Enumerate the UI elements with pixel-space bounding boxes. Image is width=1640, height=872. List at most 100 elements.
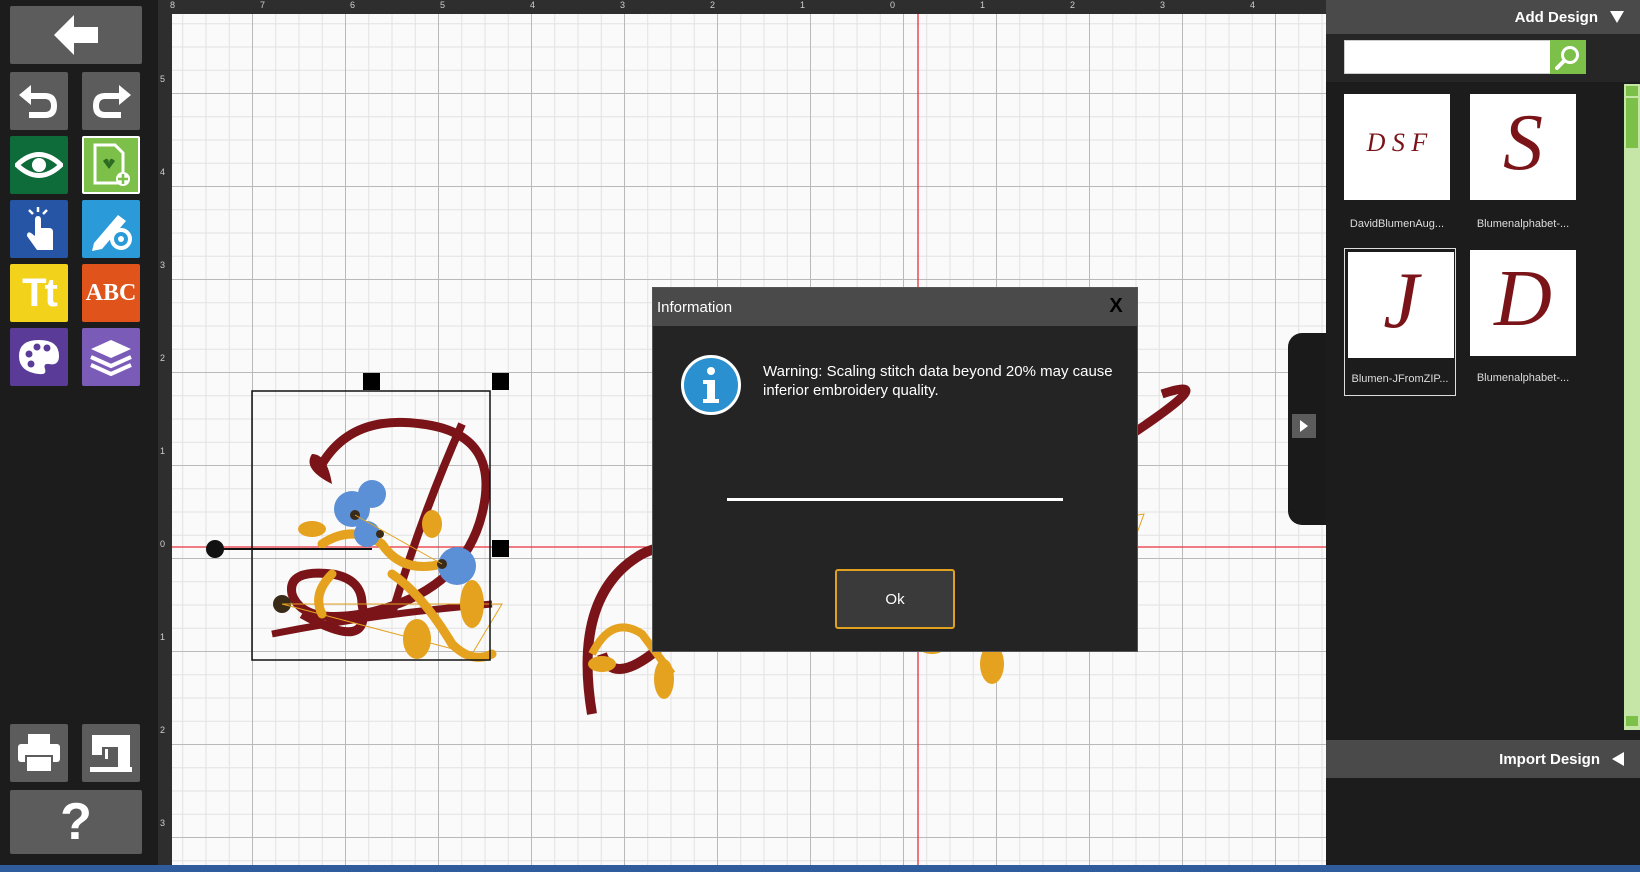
ruler-top-label: 6 bbox=[350, 0, 356, 10]
scroll-down-arrow[interactable] bbox=[1626, 716, 1638, 726]
left-toolbar: Tt ABC ? bbox=[0, 0, 158, 872]
layers-tool-button[interactable] bbox=[82, 328, 140, 386]
layers-icon bbox=[90, 340, 132, 376]
design-thumbnail: D bbox=[1470, 250, 1576, 356]
panel-collapse-handle[interactable] bbox=[1288, 333, 1326, 525]
help-question-icon: ? bbox=[60, 793, 92, 851]
ruler-top-label: 4 bbox=[1250, 0, 1256, 10]
add-design-header[interactable]: Add Design bbox=[1326, 0, 1640, 34]
search-row bbox=[1326, 34, 1640, 82]
text-tool-button[interactable]: Tt bbox=[10, 264, 68, 322]
back-button[interactable] bbox=[10, 6, 142, 64]
edit-gear-icon bbox=[92, 215, 132, 251]
triangle-left-icon bbox=[1612, 752, 1624, 766]
design-label: DavidBlumenAug... bbox=[1349, 218, 1445, 230]
design-item-selected[interactable]: J Blumen-JFromZIP... bbox=[1344, 248, 1456, 396]
information-dialog: Information X Warning: Scaling stitch da… bbox=[652, 287, 1138, 652]
dialog-progress-line bbox=[727, 498, 1063, 501]
ruler-top-label: 4 bbox=[530, 0, 536, 10]
ruler-left-label: 2 bbox=[160, 353, 166, 363]
ruler-top-label: 5 bbox=[440, 0, 446, 10]
select-tool-button[interactable] bbox=[10, 200, 68, 258]
ruler-top-label: 3 bbox=[1160, 0, 1166, 10]
design-thumbnail-letters: D bbox=[1494, 255, 1552, 343]
add-design-tool-button[interactable] bbox=[82, 136, 140, 194]
search-input[interactable] bbox=[1344, 40, 1564, 74]
design-item[interactable]: D Blumenalphabet-... bbox=[1458, 250, 1588, 396]
print-button[interactable] bbox=[10, 724, 68, 782]
send-to-machine-button[interactable] bbox=[82, 724, 140, 782]
import-design-label: Import Design bbox=[1499, 750, 1600, 768]
ruler-left-label: 3 bbox=[160, 260, 166, 270]
resize-handle-top bbox=[363, 373, 380, 390]
edit-tool-button[interactable] bbox=[82, 200, 140, 258]
design-thumbnail: J bbox=[1348, 252, 1454, 358]
design-thumbnail: S bbox=[1470, 94, 1576, 200]
design-thumbnail-letters: D S F bbox=[1366, 128, 1428, 157]
ruler-left-label: 1 bbox=[160, 632, 166, 642]
ruler-top-label: 2 bbox=[1070, 0, 1076, 10]
ruler-left-label: 4 bbox=[160, 167, 166, 177]
printer-icon bbox=[18, 734, 60, 773]
view-button[interactable] bbox=[10, 136, 68, 194]
ruler-top-label: 3 bbox=[620, 0, 626, 10]
ruler-left-label: 3 bbox=[160, 818, 166, 828]
redo-icon bbox=[93, 85, 131, 118]
design-thumbnail: D S F bbox=[1344, 94, 1450, 200]
ruler-top-label: 1 bbox=[800, 0, 806, 10]
add-design-label: Add Design bbox=[1514, 8, 1598, 26]
expand-arrow-button[interactable] bbox=[1292, 414, 1316, 438]
pointer-hand-icon bbox=[27, 207, 53, 250]
design-thumbnail-letters: S bbox=[1503, 99, 1543, 187]
undo-button[interactable] bbox=[10, 72, 68, 130]
eye-icon bbox=[15, 152, 63, 178]
dialog-title: Information bbox=[657, 299, 733, 316]
undo-icon bbox=[19, 85, 57, 118]
back-arrow-icon bbox=[54, 15, 98, 55]
ruler-top-label: 0 bbox=[890, 0, 896, 10]
dialog-message: Warning: Scaling stitch data beyond 20% … bbox=[763, 363, 1113, 399]
rotate-handle bbox=[206, 540, 224, 558]
design-list: D S F DavidBlumenAug... S Blumenalphabet… bbox=[1326, 84, 1616, 730]
ruler-top-label: 7 bbox=[260, 0, 266, 10]
scroll-thumb[interactable] bbox=[1626, 98, 1638, 148]
color-tool-button[interactable] bbox=[10, 328, 68, 386]
scroll-up-arrow[interactable] bbox=[1626, 86, 1638, 96]
dialog-close-button[interactable]: X bbox=[1105, 295, 1127, 319]
triangle-right-icon bbox=[1300, 420, 1308, 432]
triangle-down-icon bbox=[1610, 11, 1624, 23]
ok-button-label: Ok bbox=[885, 590, 905, 608]
help-button[interactable]: ? bbox=[10, 790, 142, 854]
resize-handle-right bbox=[492, 540, 509, 557]
ruler-top-label: 2 bbox=[710, 0, 716, 10]
ok-button[interactable]: Ok bbox=[835, 569, 955, 629]
design-item[interactable]: D S F DavidBlumenAug... bbox=[1332, 92, 1462, 238]
system-taskbar-strip bbox=[0, 865, 1640, 872]
ruler-left-label: 0 bbox=[160, 539, 166, 549]
import-design-header[interactable]: Import Design bbox=[1326, 740, 1640, 778]
ruler-top: 8 7 6 5 4 3 2 1 0 1 2 3 4 bbox=[158, 0, 1326, 14]
design-label: Blumen-JFromZIP... bbox=[1351, 373, 1449, 385]
design-list-scrollbar[interactable] bbox=[1624, 84, 1640, 730]
add-design-icon bbox=[93, 143, 130, 186]
monogram-tool-button[interactable]: ABC bbox=[82, 264, 140, 322]
dialog-title-bar: Information X bbox=[653, 288, 1137, 326]
right-panel: Add Design D S F DavidBlumenAug... S Blu… bbox=[1326, 0, 1640, 872]
ruler-left-label: 1 bbox=[160, 446, 166, 456]
palette-icon bbox=[19, 340, 59, 375]
magnifier-icon bbox=[1555, 46, 1579, 70]
resize-handle-top-right bbox=[492, 373, 509, 390]
ruler-left-label: 5 bbox=[160, 74, 166, 84]
ruler-top-label: 1 bbox=[980, 0, 986, 10]
redo-button[interactable] bbox=[82, 72, 140, 130]
ruler-left: 5 4 3 2 1 0 1 2 3 bbox=[158, 14, 172, 865]
ruler-left-label: 2 bbox=[160, 725, 166, 735]
design-item[interactable]: S Blumenalphabet-... bbox=[1458, 92, 1588, 238]
text-tt-icon: Tt bbox=[22, 270, 58, 315]
design-thumbnail-letters: J bbox=[1383, 257, 1419, 345]
ruler-top-label: 8 bbox=[170, 0, 176, 10]
info-icon bbox=[681, 355, 741, 415]
design-label: Blumenalphabet-... bbox=[1476, 372, 1570, 384]
monogram-abc-icon: ABC bbox=[85, 279, 137, 306]
search-button[interactable] bbox=[1550, 40, 1586, 74]
